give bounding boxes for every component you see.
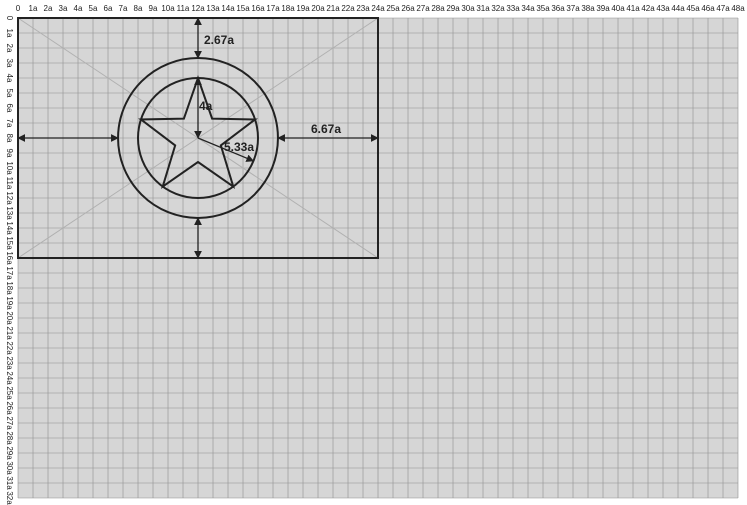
left-tick-label: 19a (5, 296, 14, 310)
top-tick-label: 34a (521, 4, 535, 13)
left-tick-label: 25a (5, 386, 14, 400)
top-tick-label: 2a (44, 4, 53, 13)
left-tick-label: 13a (5, 206, 14, 220)
left-tick-label: 30a (5, 461, 14, 475)
top-tick-label: 46a (701, 4, 715, 13)
left-tick-label: 20a (5, 311, 14, 325)
top-tick-label: 28a (431, 4, 445, 13)
top-tick-label: 32a (491, 4, 505, 13)
top-tick-label: 30a (461, 4, 475, 13)
left-tick-label: 14a (5, 221, 14, 235)
left-tick-label: 26a (5, 401, 14, 415)
top-tick-label: 40a (611, 4, 625, 13)
left-tick-label: 17a (5, 266, 14, 280)
top-tick-label: 41a (626, 4, 640, 13)
top-tick-label: 35a (536, 4, 550, 13)
top-tick-label: 10a (161, 4, 175, 13)
left-tick-label: 23a (5, 356, 14, 370)
top-axis-labels: 0 1a 2a 3a 4a 5a 6a 7a 8a 9a 10a 11a 12a 13a 14a 15a 16a… (16, 4, 745, 13)
left-tick-label: 9a (5, 149, 14, 158)
left-tick-label: 5a (5, 89, 14, 98)
left-tick-label: 15a (5, 236, 14, 250)
top-tick-label: 47a (716, 4, 730, 13)
top-tick-label: 36a (551, 4, 565, 13)
top-tick-label: 7a (119, 4, 128, 13)
side-gap-label: 6.67a (311, 122, 341, 136)
top-tick-label: 29a (446, 4, 460, 13)
left-tick-label: 24a (5, 371, 14, 385)
top-tick-label: 4a (74, 4, 83, 13)
left-tick-label: 27a (5, 416, 14, 430)
left-tick-label: 28a (5, 431, 14, 445)
left-tick-label: 11a (5, 177, 14, 190)
top-tick-label: 15a (236, 4, 250, 13)
left-tick-label: 7a (5, 119, 14, 128)
top-tick-label: 42a (641, 4, 655, 13)
left-tick-label: 10a (5, 161, 14, 175)
top-tick-label: 19a (296, 4, 310, 13)
top-tick-label: 43a (656, 4, 670, 13)
top-tick-label: 12a (191, 4, 205, 13)
star-radius-label: 4a (199, 99, 213, 113)
top-tick-label: 24a (371, 4, 385, 13)
top-tick-label: 45a (686, 4, 700, 13)
left-axis-labels: 0 1a 2a 3a 4a 5a 6a 7a 8a 9a 10a 11a12a13a14a15a16a… (5, 16, 14, 505)
top-tick-label: 20a (311, 4, 325, 13)
left-tick-label: 2a (5, 44, 14, 53)
top-tick-label: 1a (29, 4, 38, 13)
top-tick-label: 37a (566, 4, 580, 13)
left-tick-label: 0 (5, 16, 14, 21)
top-tick-label: 21a (326, 4, 340, 13)
left-tick-label: 29a (5, 446, 14, 460)
left-tick-label: 3a (5, 59, 14, 68)
top-tick-label: 48a (731, 4, 745, 13)
left-tick-label: 6a (5, 104, 14, 113)
top-tick-label: 6a (104, 4, 113, 13)
top-tick-label: 16a (251, 4, 265, 13)
top-tick-label: 9a (149, 4, 158, 13)
top-tick-label: 39a (596, 4, 610, 13)
left-tick-label: 1a (5, 29, 14, 38)
top-tick-label: 5a (89, 4, 98, 13)
top-tick-label: 18a (281, 4, 295, 13)
left-tick-label: 16a (5, 251, 14, 265)
top-tick-label: 27a (416, 4, 430, 13)
top-tick-label: 17a (266, 4, 280, 13)
top-tick-label: 0 (16, 4, 21, 13)
top-tick-label: 31a (476, 4, 490, 13)
top-tick-label: 23a (356, 4, 370, 13)
top-tick-label: 14a (221, 4, 235, 13)
top-tick-label: 8a (134, 4, 143, 13)
top-tick-label: 44a (671, 4, 685, 13)
left-tick-label: 8a (5, 134, 14, 143)
left-tick-label: 32a (5, 491, 14, 505)
left-tick-label: 22a (5, 341, 14, 355)
outer-radius-label: 5.33a (224, 140, 254, 154)
top-tick-label: 26a (401, 4, 415, 13)
top-gap-label: 2.67a (204, 33, 234, 47)
top-tick-label: 3a (59, 4, 68, 13)
flag-construction-diagram: 0 1a 2a 3a 4a 5a 6a 7a 8a 9a 10a 11a 12a 13a 14a 15a 16a… (5, 4, 745, 505)
top-tick-label: 33a (506, 4, 520, 13)
top-tick-label: 38a (581, 4, 595, 13)
left-tick-label: 12a (5, 191, 14, 205)
left-tick-label: 4a (5, 74, 14, 83)
left-tick-label: 31a (5, 476, 14, 490)
top-tick-label: 25a (386, 4, 400, 13)
left-tick-label: 18a (5, 281, 14, 295)
top-tick-label: 11a (177, 4, 190, 13)
top-tick-label: 13a (206, 4, 220, 13)
left-tick-label: 21a (5, 326, 14, 340)
top-tick-label: 22a (341, 4, 355, 13)
